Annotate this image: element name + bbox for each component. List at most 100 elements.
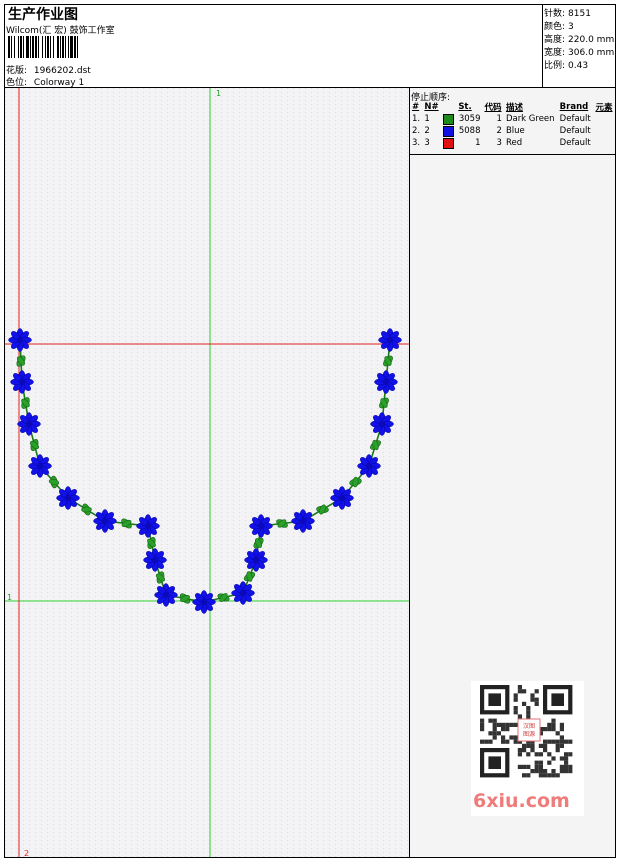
flower-center — [162, 591, 170, 599]
qr-module — [492, 718, 497, 723]
qr-module — [568, 764, 573, 769]
col-hash: # — [412, 102, 420, 112]
row-description: Red — [505, 138, 523, 148]
flower-center — [36, 462, 44, 470]
flower-center — [386, 336, 394, 344]
qr-module — [522, 701, 527, 706]
qr-module — [513, 735, 518, 740]
col-brand: Brand — [559, 102, 589, 112]
stat-stitches: 针数: 8151 — [544, 9, 591, 19]
qr-module — [501, 722, 506, 727]
qr-module — [517, 689, 522, 694]
qr-module — [559, 756, 564, 761]
row-description: Blue — [505, 126, 525, 136]
flower-icon — [17, 412, 41, 436]
flower-center — [257, 522, 265, 530]
colorway-label: 色位: — [6, 78, 28, 88]
qr-module — [505, 722, 510, 727]
flower-center — [64, 494, 72, 502]
qr-finder — [488, 693, 501, 706]
flower-icon — [249, 514, 273, 538]
qr-module — [513, 706, 518, 711]
table-row: 2. 2 5088 2 Blue Default — [410, 125, 615, 137]
row-brand: Default — [559, 126, 591, 136]
stat-colors: 颜色: 3 — [544, 22, 574, 32]
flower-center — [382, 378, 390, 386]
design-canvas[interactable]: 1 1 2 — [5, 88, 409, 857]
flower-icon — [374, 370, 398, 394]
flower-icon — [154, 583, 178, 607]
qr-module — [517, 685, 522, 690]
qr-module — [555, 773, 560, 778]
row-needle: 3 — [424, 138, 430, 148]
watermark-text: 6xiu.com — [473, 790, 570, 812]
qr-module — [534, 769, 539, 774]
row-swatch — [441, 125, 456, 137]
qr-module — [534, 689, 539, 694]
qr-finder — [488, 756, 501, 769]
qr-badge-text: 汉图 — [523, 722, 535, 730]
flower-center — [18, 378, 26, 386]
qr-module — [534, 760, 539, 765]
qr-module — [530, 769, 535, 774]
qr-module — [543, 739, 548, 744]
page-title: 生产作业图 — [8, 7, 78, 23]
colorway-name: Colorway 1 — [33, 78, 85, 88]
flower-icon — [8, 328, 32, 352]
qr-module — [517, 764, 522, 769]
row-stitches: 5088 — [458, 126, 481, 136]
qr-module — [522, 764, 527, 769]
table-header-row: # N# St. 代码 描述 Brand 元素 — [410, 101, 615, 113]
qr-module — [501, 727, 506, 732]
flower-center — [378, 420, 386, 428]
studio-name: Wilcom(汇 宏) 鼓饰工作室 — [6, 26, 115, 36]
qr-module — [559, 727, 564, 732]
qr-module — [517, 714, 522, 719]
qr-module — [513, 722, 518, 727]
qr-module — [488, 731, 493, 736]
flower-center — [252, 556, 260, 564]
embroidery-preview: 1 1 2 — [5, 88, 409, 857]
row-element — [593, 113, 615, 125]
qr-module — [564, 756, 569, 761]
flower-icon — [244, 548, 268, 572]
flower-center — [25, 420, 33, 428]
table-row: 1. 1 3059 1 Dark Green Default — [410, 113, 615, 125]
flower-center — [16, 336, 24, 344]
flower-icon — [231, 581, 255, 605]
qr-module — [555, 739, 560, 744]
qr-module — [559, 743, 564, 748]
col-description: 描述 — [505, 103, 523, 113]
qr-module — [564, 752, 569, 757]
qr-module — [522, 743, 527, 748]
row-stitches: 3059 — [458, 114, 481, 124]
qr-module — [526, 706, 531, 711]
qr-module — [517, 748, 522, 753]
qr-module — [543, 727, 548, 732]
qr-module — [534, 752, 539, 757]
flower-center — [144, 522, 152, 530]
qr-module — [538, 769, 543, 774]
qr-module — [501, 735, 506, 740]
col-stitches: St. — [458, 102, 472, 112]
row-element — [593, 137, 615, 149]
qr-module — [480, 739, 485, 744]
flower-icon — [28, 454, 52, 478]
row-swatch — [441, 113, 456, 125]
row-brand: Default — [559, 138, 591, 148]
qr-module — [543, 769, 548, 774]
flower-center — [200, 598, 208, 606]
row-code: 3 — [496, 138, 502, 148]
qr-module — [551, 722, 556, 727]
qr-module — [526, 743, 531, 748]
qr-module — [480, 722, 485, 727]
qr-module — [564, 764, 569, 769]
qr-module — [517, 752, 522, 757]
qr-module — [480, 727, 485, 732]
qr-module — [480, 718, 485, 723]
barcode — [8, 36, 142, 58]
qr-module — [484, 739, 489, 744]
qr-module — [547, 722, 552, 727]
qr-module — [551, 756, 556, 761]
qr-module — [551, 773, 556, 778]
